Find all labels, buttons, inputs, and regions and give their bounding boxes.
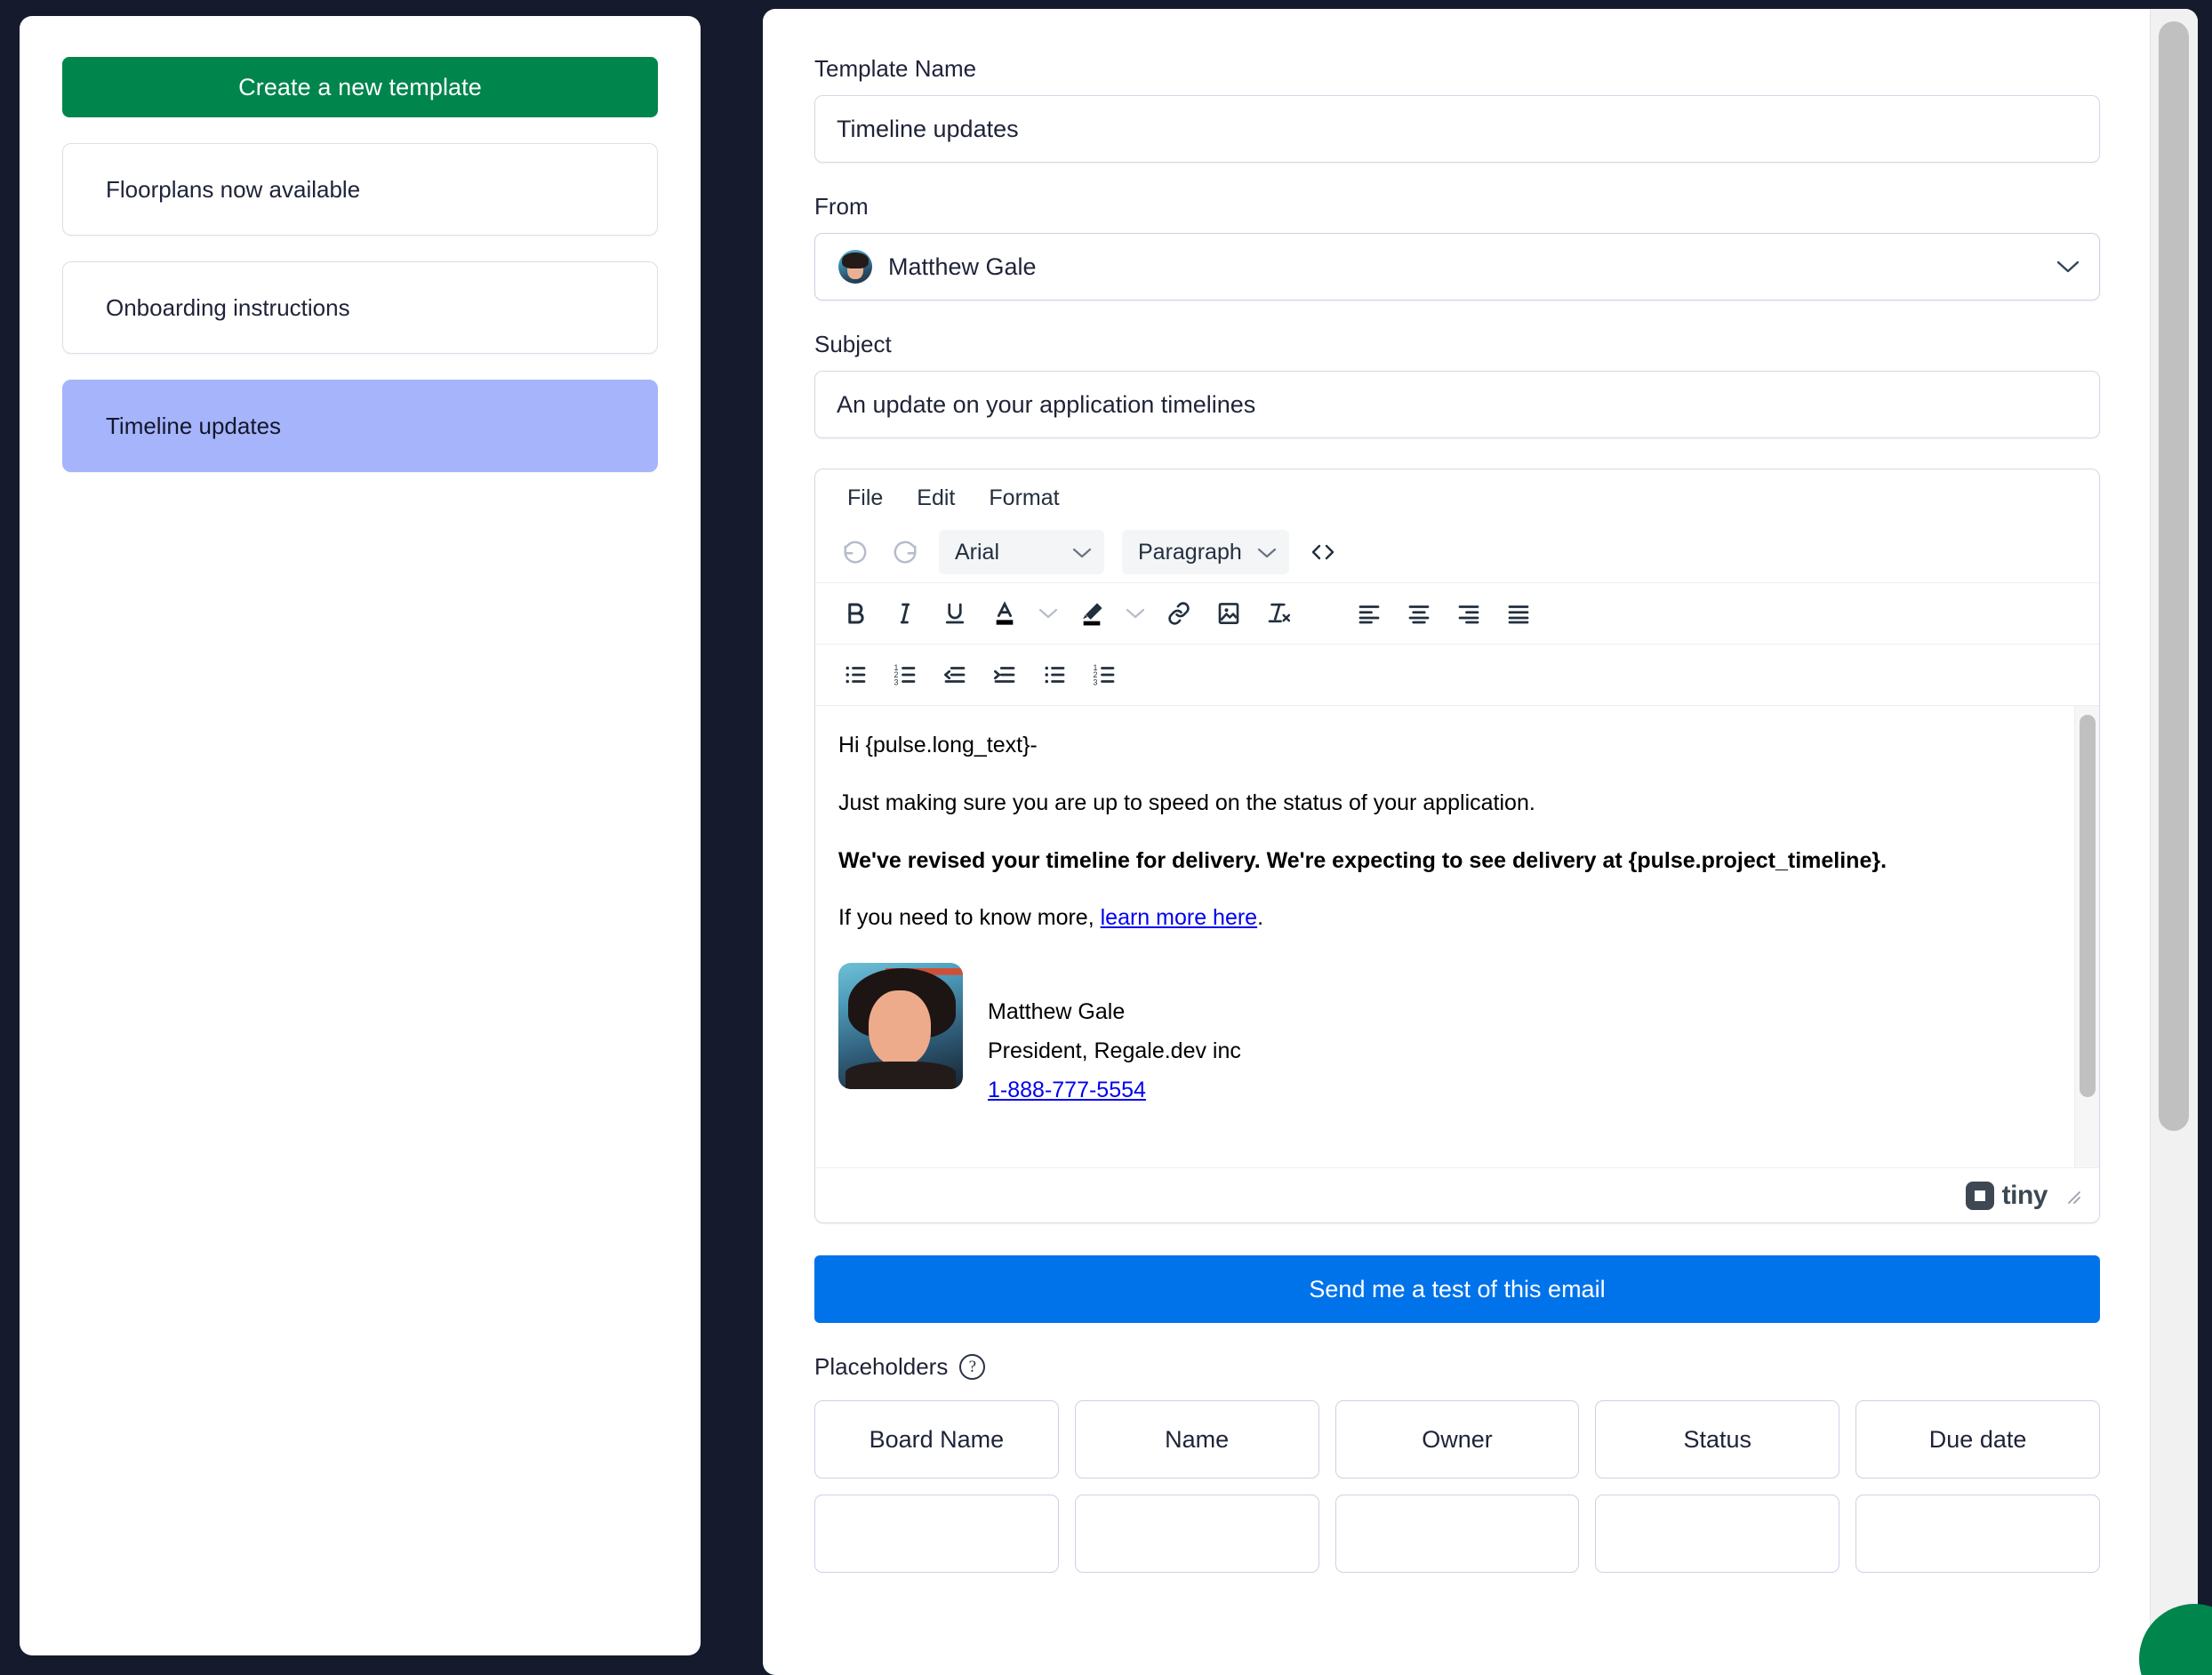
tinymce-brand-logo[interactable]: tiny bbox=[1965, 1180, 2048, 1211]
email-signature: Matthew Gale President, Regale.dev inc 1… bbox=[838, 963, 2060, 1110]
chevron-down-icon bbox=[1072, 540, 1092, 565]
bullet-list-icon[interactable] bbox=[831, 651, 879, 699]
menu-format[interactable]: Format bbox=[976, 480, 1071, 517]
tiny-wordmark: tiny bbox=[2001, 1180, 2048, 1210]
highlight-color-icon[interactable] bbox=[1068, 589, 1116, 637]
signature-name: Matthew Gale bbox=[988, 999, 1126, 1024]
send-test-email-button[interactable]: Send me a test of this email bbox=[814, 1255, 2100, 1323]
template-list-item-timeline-updates[interactable]: Timeline updates bbox=[62, 380, 658, 472]
signature-phone-link[interactable]: 1-888-777-5554 bbox=[988, 1078, 1146, 1102]
insert-image-icon[interactable] bbox=[1205, 589, 1253, 637]
from-select[interactable]: Matthew Gale bbox=[814, 233, 2100, 301]
bullet-list-options-icon[interactable] bbox=[1030, 651, 1078, 699]
placeholder-chip-due-date[interactable]: Due date bbox=[1855, 1400, 2100, 1479]
template-list-item-onboarding[interactable]: Onboarding instructions bbox=[62, 261, 658, 354]
align-right-icon[interactable] bbox=[1445, 589, 1493, 637]
underline-icon[interactable] bbox=[931, 589, 979, 637]
clear-formatting-icon[interactable] bbox=[1254, 589, 1302, 637]
learn-more-link[interactable]: learn more here bbox=[1101, 905, 1257, 930]
editor-body-scrollbar[interactable] bbox=[2074, 706, 2099, 1167]
page-scrollbar-thumb[interactable] bbox=[2159, 21, 2189, 1131]
block-format-value: Paragraph bbox=[1138, 539, 1242, 565]
editor-toolbar-row-1: Arial Paragraph bbox=[815, 526, 2099, 582]
page-scrollbar[interactable] bbox=[2150, 9, 2198, 1675]
editor-toolbar-row-3: 123 123 bbox=[815, 644, 2099, 705]
editor-menubar: File Edit Format bbox=[815, 469, 2099, 526]
insert-link-icon[interactable] bbox=[1155, 589, 1203, 637]
placeholders-label: Placeholders bbox=[814, 1353, 949, 1380]
subject-input[interactable] bbox=[814, 371, 2100, 438]
avatar bbox=[838, 250, 872, 284]
text-color-icon[interactable] bbox=[981, 589, 1029, 637]
placeholder-chip-row2-5[interactable] bbox=[1855, 1495, 2100, 1573]
placeholder-chip-status[interactable]: Status bbox=[1595, 1400, 1840, 1479]
placeholders-header: Placeholders ? bbox=[814, 1353, 2100, 1381]
subject-label: Subject bbox=[814, 331, 892, 357]
editor-body[interactable]: Hi {pulse.long_text}- Just making sure y… bbox=[815, 705, 2099, 1167]
highlight-color-chevron-down-icon[interactable] bbox=[1118, 589, 1153, 637]
align-left-icon[interactable] bbox=[1345, 589, 1393, 637]
undo-icon[interactable] bbox=[831, 528, 879, 576]
placeholder-chip-list: Board Name Name Owner Status Due date bbox=[814, 1400, 2100, 1573]
font-family-value: Arial bbox=[955, 539, 1000, 565]
tiny-mark-icon bbox=[1965, 1181, 1994, 1210]
email-line-4-prefix: If you need to know more, bbox=[838, 905, 1101, 931]
align-justify-icon[interactable] bbox=[1495, 589, 1543, 637]
svg-text:3: 3 bbox=[894, 677, 899, 686]
placeholder-chip-row2-4[interactable] bbox=[1595, 1495, 1840, 1573]
template-editor-panel: Template Name From Matthew Gale Subject … bbox=[763, 9, 2198, 1675]
indent-icon[interactable] bbox=[981, 651, 1029, 699]
help-icon[interactable]: ? bbox=[959, 1354, 986, 1380]
source-code-icon[interactable] bbox=[1299, 528, 1347, 576]
rich-text-editor: File Edit Format Arial Paragraph 1 2 3 1… bbox=[814, 469, 2100, 1223]
font-family-select[interactable]: Arial bbox=[939, 530, 1104, 574]
email-line-3: We've revised your timeline for delivery… bbox=[838, 847, 1887, 873]
editor-toolbar-row-2 bbox=[815, 582, 2099, 644]
numbered-list-icon[interactable]: 123 bbox=[881, 651, 929, 699]
email-greeting: Hi {pulse.long_text}- bbox=[838, 733, 1038, 757]
numbered-list-options-icon[interactable]: 123 bbox=[1080, 651, 1128, 699]
outdent-icon[interactable] bbox=[931, 651, 979, 699]
bold-icon[interactable] bbox=[831, 589, 879, 637]
placeholder-chip-board-name[interactable]: Board Name bbox=[814, 1400, 1059, 1479]
placeholder-chip-row2-2[interactable] bbox=[1074, 1495, 1319, 1573]
svg-text:3: 3 bbox=[1094, 677, 1098, 686]
email-line-2: Just making sure you are up to speed on … bbox=[838, 789, 1535, 815]
template-name-label: Template Name bbox=[814, 55, 977, 82]
placeholder-chip-name[interactable]: Name bbox=[1074, 1400, 1319, 1479]
editor-content[interactable]: Hi {pulse.long_text}- Just making sure y… bbox=[815, 706, 2099, 1136]
redo-icon[interactable] bbox=[881, 528, 929, 576]
chevron-down-icon bbox=[1257, 540, 1277, 565]
block-format-select[interactable]: Paragraph bbox=[1122, 530, 1289, 574]
email-line-4-suffix: . bbox=[1257, 905, 1264, 931]
template-name-input[interactable] bbox=[814, 95, 2100, 163]
align-center-icon[interactable] bbox=[1395, 589, 1443, 637]
email-line-4: If you need to know more, learn more her… bbox=[838, 905, 2060, 931]
signature-text: Matthew Gale President, Regale.dev inc 1… bbox=[988, 963, 1241, 1110]
placeholder-chip-row2-1[interactable] bbox=[814, 1495, 1059, 1573]
text-color-chevron-down-icon[interactable] bbox=[1030, 589, 1066, 637]
template-editor-scroll-area: Template Name From Matthew Gale Subject … bbox=[763, 9, 2150, 1675]
editor-resize-handle[interactable] bbox=[2062, 1185, 2083, 1206]
signature-title: President, Regale.dev inc bbox=[988, 1038, 1241, 1063]
from-selected-value: Matthew Gale bbox=[888, 252, 1037, 280]
italic-icon[interactable] bbox=[881, 589, 929, 637]
menu-edit[interactable]: Edit bbox=[904, 480, 967, 517]
editor-body-scrollbar-thumb[interactable] bbox=[2080, 715, 2096, 1097]
create-new-template-button[interactable]: Create a new template bbox=[62, 57, 658, 117]
template-list-item-floorplans[interactable]: Floorplans now available bbox=[62, 143, 658, 236]
editor-statusbar: tiny bbox=[815, 1167, 2099, 1222]
template-list: Floorplans now available Onboarding inst… bbox=[62, 143, 658, 472]
chevron-down-icon bbox=[2056, 260, 2080, 274]
templates-sidebar: Create a new template Floorplans now ava… bbox=[20, 16, 701, 1655]
from-label: From bbox=[814, 193, 869, 220]
placeholder-chip-owner[interactable]: Owner bbox=[1334, 1400, 1580, 1479]
placeholder-chip-row2-3[interactable] bbox=[1334, 1495, 1580, 1573]
signature-photo bbox=[838, 963, 963, 1089]
menu-file[interactable]: File bbox=[835, 480, 895, 517]
